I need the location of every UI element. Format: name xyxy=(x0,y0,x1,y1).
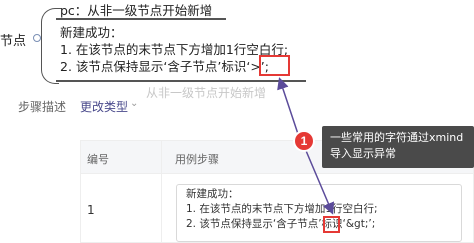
column-divider xyxy=(161,141,162,243)
row-number: 1 xyxy=(87,203,95,217)
mindmap-branch-connector xyxy=(41,8,61,38)
highlight-box-mindmap xyxy=(259,55,290,76)
annotation-badge: 1 xyxy=(293,130,315,152)
highlight-box-table xyxy=(323,216,340,233)
mindmap-collapse-toggle[interactable] xyxy=(33,34,41,42)
field-label: 步骤描述 xyxy=(18,100,67,114)
annotation-callout: 一些常用的字符通过xmind导入显示异常 xyxy=(322,126,474,168)
column-header-steps: 用例步骤 xyxy=(175,153,219,166)
mindmap-node-line: 新建成功： xyxy=(60,25,123,40)
mindmap-node-main[interactable]: 新建成功： 1. 在该节点的末节点下方增加1行空白行; 2. 该节点保持显示‘含… xyxy=(60,24,288,75)
chevron-down-icon[interactable]: ⌄ xyxy=(130,98,138,109)
mindmap-node-line: 1. 在该节点的末节点下方增加1行空白行; xyxy=(60,42,289,57)
mindmap-node-underline xyxy=(56,80,306,82)
step-line: 新建成功： xyxy=(186,188,239,200)
mindmap-node-faded: 从非一级节点开始新增 xyxy=(146,86,267,100)
step-text-field[interactable]: 新建成功： 1. 在该节点的末节点下方增加1行空白行; 2. 该节点保持显示‘含… xyxy=(176,184,462,242)
mindmap-left-node-label[interactable]: 节点 xyxy=(0,30,26,49)
mindmap-node-line: 2. 该节点保持显示‘含子节点’标识‘>’; xyxy=(60,59,269,74)
step-text-content: 新建成功： 1. 在该节点的末节点下方增加1行空白行; 2. 该节点保持显示‘含… xyxy=(186,187,378,232)
mindmap-branch-connector xyxy=(41,38,59,84)
step-line: 2. 该节点保持显示‘含子节点’标识‘&gt;’; xyxy=(186,218,376,230)
type-dropdown[interactable]: 更改类型 xyxy=(80,98,128,115)
step-line: 1. 在该节点的末节点下方增加1行空白行; xyxy=(186,203,378,215)
mindmap-node-underline xyxy=(56,18,226,20)
mindmap-node-top[interactable]: pc：从非一级节点开始新增 xyxy=(60,0,212,19)
column-header-number: 编号 xyxy=(87,153,109,166)
